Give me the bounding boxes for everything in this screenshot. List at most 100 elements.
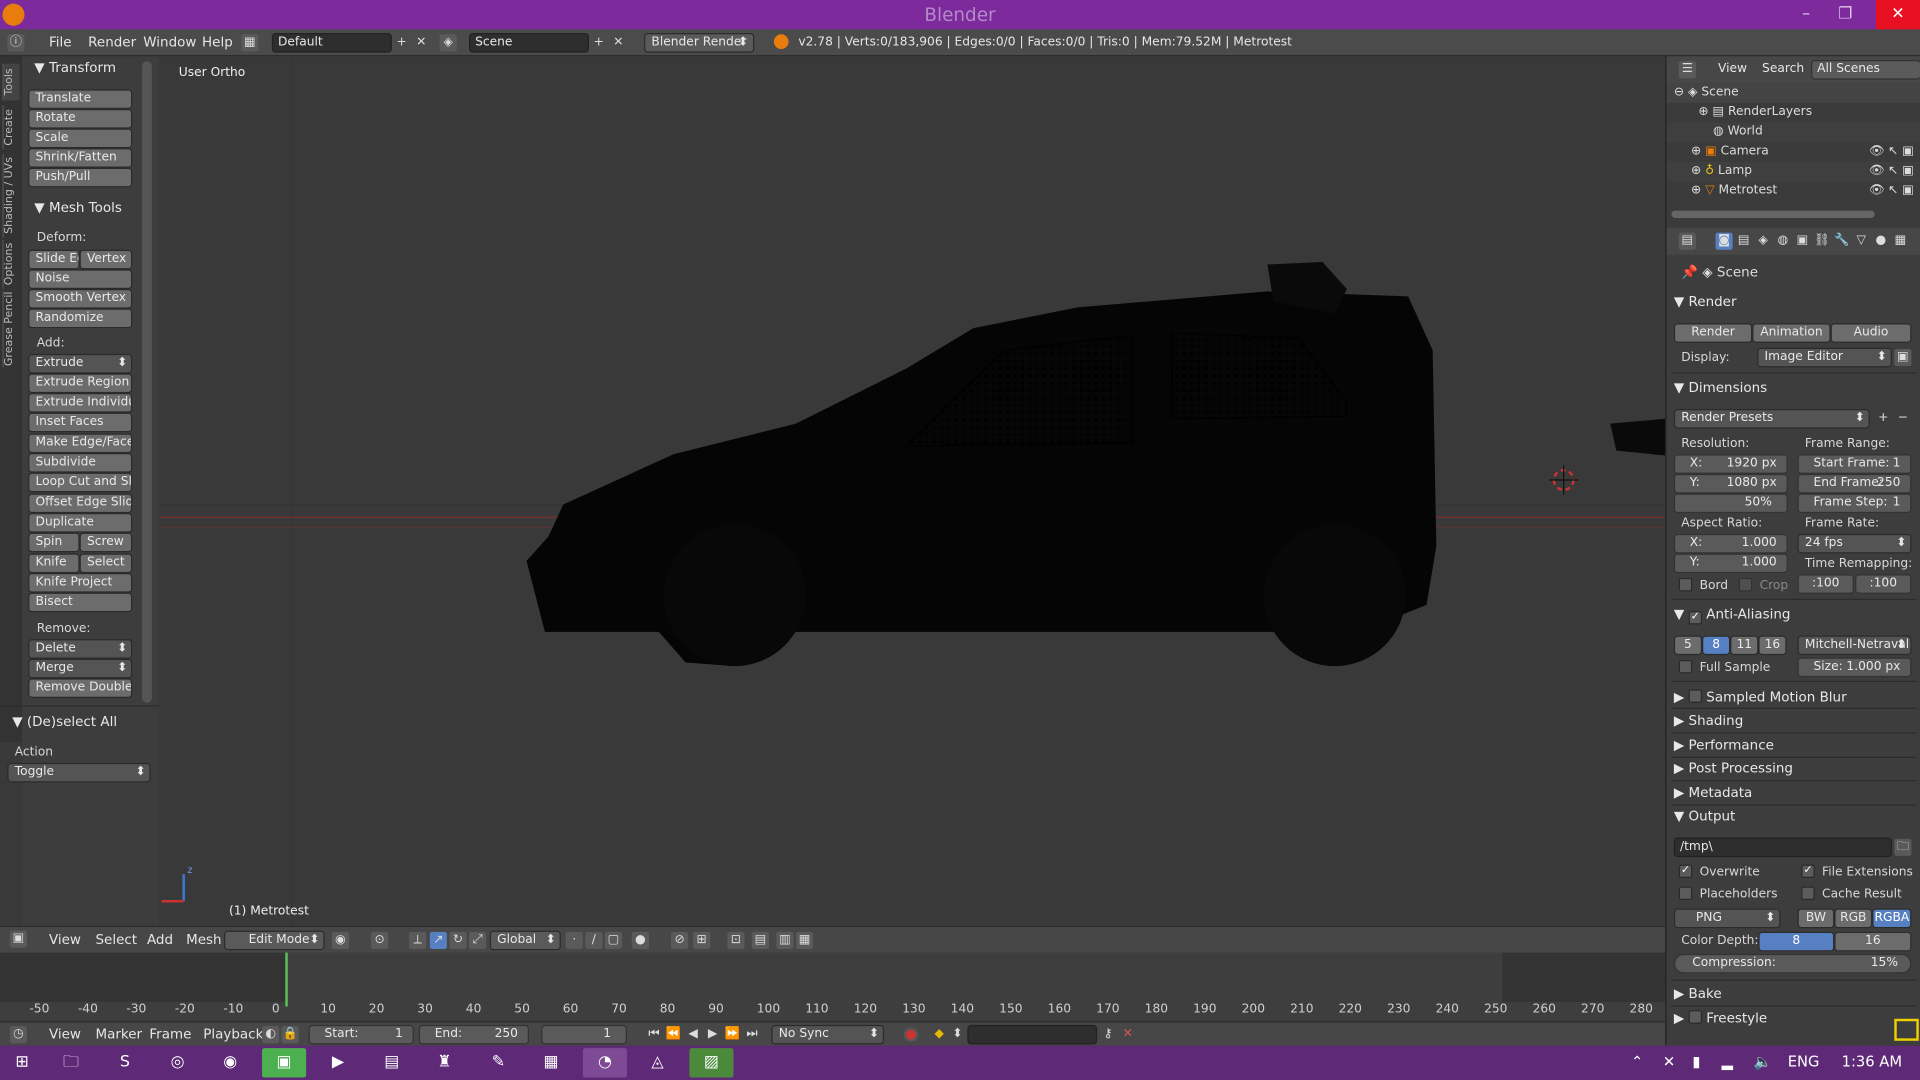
toolshelf-scrollbar[interactable] <box>142 61 152 703</box>
translate-manipulator-icon[interactable]: ↗ <box>429 931 447 949</box>
extrude-menu[interactable]: Extrude ⬍ <box>28 353 133 374</box>
jump-key-forward-icon[interactable]: ⏩ <box>724 1026 741 1043</box>
operator-header[interactable]: ▼ (De)select All <box>12 714 117 730</box>
current-frame-field[interactable]: 1 <box>541 1024 627 1045</box>
game-icon[interactable]: ♜ <box>422 1048 466 1077</box>
manipulator-icon[interactable]: ⟂ <box>408 931 427 949</box>
restore-button[interactable]: ❐ <box>1824 0 1866 29</box>
world-tab-icon[interactable]: ◍ <box>1774 233 1791 250</box>
shrink-fatten-button[interactable]: Shrink/Fatten <box>28 148 133 168</box>
info-editor-icon[interactable]: ⓘ <box>7 34 25 52</box>
archive-icon[interactable]: ▦ <box>529 1048 573 1077</box>
knife-select-button[interactable]: Select <box>79 553 133 574</box>
color-bw-button[interactable]: BW <box>1797 908 1835 929</box>
subdivide-button[interactable]: Subdivide <box>28 453 133 473</box>
make-edge-face-button[interactable]: Make Edge/Face <box>28 433 133 454</box>
color-rgba-button[interactable]: RGBA <box>1872 908 1912 929</box>
action-select[interactable]: Toggle ⬍ <box>7 762 151 783</box>
notepad-icon[interactable]: ✎ <box>476 1048 520 1077</box>
network-off-icon[interactable]: ✕ <box>1663 1053 1675 1070</box>
push-pull-button[interactable]: Push/Pull <box>28 167 133 188</box>
resolution-percent-slider[interactable]: 50% <box>1673 493 1788 514</box>
outliner-item-world[interactable]: ◍ World <box>1666 122 1920 143</box>
outliner-item-scene[interactable]: ⊖ ◈ Scene <box>1666 83 1920 103</box>
current-frame-line[interactable] <box>285 952 288 1007</box>
outliner-item-camera[interactable]: ⊕ ▣ Camera 👁 ↖ ▣ <box>1667 142 1920 162</box>
play-icon[interactable]: ▶ <box>704 1026 721 1043</box>
render-presets-select[interactable]: Render Presets ⬍ <box>1673 408 1870 429</box>
output-path-field[interactable]: /tmp\ <box>1673 837 1892 858</box>
jump-end-icon[interactable]: ⏭ <box>743 1026 760 1043</box>
face-select-icon[interactable]: ▢ <box>604 931 623 949</box>
media-player-icon[interactable]: ▶ <box>316 1048 360 1077</box>
translate-button[interactable]: Translate <box>28 89 133 109</box>
menu-file[interactable]: File <box>49 34 72 50</box>
modifiers-tab-icon[interactable]: 🔧 <box>1833 233 1850 250</box>
outliner-item-metrotest[interactable]: ⊕ ▽ Metrotest 👁 ↖ ▣ <box>1667 181 1920 201</box>
select-menu[interactable]: Select <box>96 932 138 948</box>
data-tab-icon[interactable]: ▽ <box>1853 233 1870 250</box>
scene-tab-icon[interactable]: ◈ <box>1755 233 1772 250</box>
file-explorer-icon[interactable]: 🗀 <box>49 1048 93 1077</box>
editor-type-icon[interactable]: ▣ <box>9 930 27 948</box>
aa-samples-11[interactable]: 11 <box>1730 635 1759 656</box>
preview-range-icon[interactable]: ◐ <box>262 1026 280 1044</box>
randomize-button[interactable]: Randomize <box>28 308 133 329</box>
placeholders-checkbox[interactable] <box>1678 886 1693 901</box>
scene-icon[interactable]: ◈ <box>439 34 457 52</box>
resolution-x-field[interactable]: X: 1920 px <box>1673 454 1788 474</box>
outliner-view-menu[interactable]: View <box>1718 62 1747 75</box>
file-extensions-checkbox[interactable]: ✓ <box>1801 864 1815 878</box>
menu-window[interactable]: Window <box>143 34 196 50</box>
crop-checkbox[interactable] <box>1738 577 1753 592</box>
dimensions-panel-header[interactable]: ▼ Dimensions <box>1674 380 1767 396</box>
timeline-view-menu[interactable]: View <box>49 1026 81 1042</box>
compression-slider[interactable]: Compression: 15% <box>1673 953 1912 974</box>
tab-grease-pencil[interactable]: Grease Pencil <box>2 291 20 368</box>
outliner-item-lamp[interactable]: ⊕ ♁ Lamp 👁 ↖ ▣ <box>1666 161 1920 182</box>
offset-edge-slide-button[interactable]: Offset Edge Slide <box>28 493 133 514</box>
audio-button[interactable]: Audio <box>1830 323 1912 343</box>
end-frame-property[interactable]: End Frame: 250 <box>1797 473 1912 494</box>
aspect-x-field[interactable]: X: 1.000 <box>1673 533 1788 554</box>
outliner-search-menu[interactable]: Search <box>1762 62 1804 75</box>
color-depth-16-button[interactable]: 16 <box>1834 931 1912 952</box>
folder-icon[interactable]: 🗀 <box>1894 838 1912 856</box>
pivot-icon[interactable]: ⊙ <box>371 931 389 949</box>
frame-rate-select[interactable]: 24 fps ⬍ <box>1797 533 1912 554</box>
filter-size-field[interactable]: Size: 1.000 px <box>1797 657 1912 678</box>
tab-shading-uvs[interactable]: Shading / UVs <box>2 154 20 238</box>
record-icon[interactable] <box>903 1027 919 1043</box>
knife-project-button[interactable]: Knife Project <box>28 573 133 593</box>
inset-faces-button[interactable]: Inset Faces <box>28 412 133 433</box>
frame-menu[interactable]: Frame <box>149 1026 191 1042</box>
aa-samples-5[interactable]: 5 <box>1673 635 1703 656</box>
shading-panel-header[interactable]: ▶ Shading <box>1674 713 1743 729</box>
anti-aliasing-panel-header[interactable]: ▼ ✓ Anti-Aliasing <box>1674 606 1790 625</box>
knife-button[interactable]: Knife <box>28 553 80 574</box>
mesh-menu[interactable]: Mesh <box>186 932 221 948</box>
mode-select[interactable]: Edit Mode ⬍ <box>224 930 325 951</box>
play-reverse-icon[interactable]: ◀ <box>684 1026 701 1043</box>
view-menu[interactable]: View <box>49 932 81 948</box>
render-icon[interactable]: ▤ <box>751 931 769 949</box>
resolution-y-field[interactable]: Y: 1080 px <box>1673 473 1788 494</box>
snap-element-icon[interactable]: ⊞ <box>693 931 711 949</box>
metadata-panel-header[interactable]: ▶ Metadata <box>1674 785 1752 801</box>
image-viewer-icon[interactable]: ▨ <box>689 1048 734 1078</box>
frame-step-property[interactable]: Frame Step: 1 <box>1797 493 1912 514</box>
performance-panel-header[interactable]: ▶ Performance <box>1674 737 1774 753</box>
output-panel-header[interactable]: ▼ Output <box>1674 808 1735 824</box>
extrude-region-button[interactable]: Extrude Region <box>28 373 133 394</box>
marker-menu[interactable]: Marker <box>96 1026 143 1042</box>
minimize-button[interactable]: – <box>1785 0 1827 29</box>
tab-options[interactable]: Options <box>2 240 20 289</box>
display-select[interactable]: Image Editor ⬍ <box>1757 347 1892 368</box>
aspect-y-field[interactable]: Y: 1.000 <box>1673 553 1788 574</box>
freestyle-panel-header[interactable]: ▶ Freestyle <box>1674 1009 1767 1026</box>
render-engine-select[interactable]: Blender Render ⬍ <box>644 33 755 53</box>
scale-manipulator-icon[interactable]: ⤢ <box>468 931 487 949</box>
render-panel-header[interactable]: ▼ Render <box>1674 294 1737 310</box>
signal-icon[interactable]: ▂ <box>1722 1053 1733 1070</box>
menu-help[interactable]: Help <box>202 34 233 50</box>
